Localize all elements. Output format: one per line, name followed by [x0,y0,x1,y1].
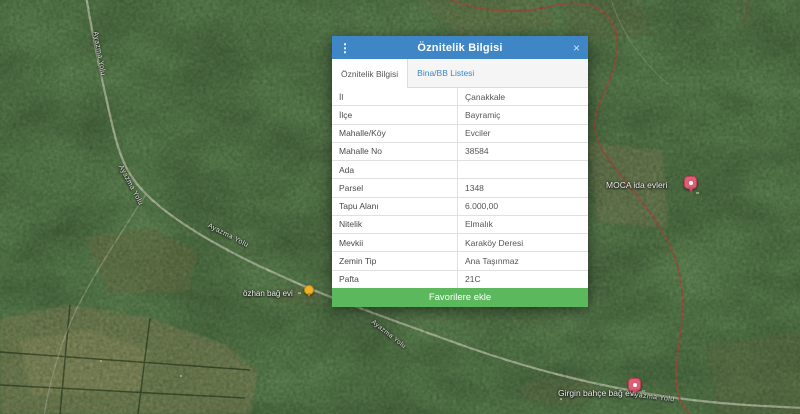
row-value: 38584 [457,143,588,160]
row-value: Ana Taşınmaz [457,252,588,269]
row-value: Evciler [457,125,588,142]
table-row: Ada [332,161,588,179]
dialog-header: ⋮ Öznitelik Bilgisi × [332,36,588,59]
table-row: Nitelik Elmalık [332,216,588,234]
table-row: Mahalle/Köy Evciler [332,125,588,143]
table-row: İlçe Bayramiç [332,106,588,124]
row-value: Çanakkale [457,88,588,105]
add-to-favorites-button[interactable]: Favorilere ekle [332,288,588,307]
row-value: Elmalık [457,216,588,233]
poi-marker-ozhan-icon[interactable] [304,285,314,295]
table-row: Pafta 21C [332,271,588,288]
row-value: Bayramiç [457,106,588,123]
table-row: Zemin Tip Ana Taşınmaz [332,252,588,270]
row-label: Mevkii [332,238,457,248]
table-row: Tapu Alanı 6.000,00 [332,198,588,216]
row-value: 6.000,00 [457,198,588,215]
row-value: 1348 [457,179,588,196]
lodging-marker-girgin-icon[interactable] [628,378,641,391]
dialog-tabs: Öznitelik Bilgisi Bina/BB Listesi [332,59,588,88]
table-row: Mahalle No 38584 [332,143,588,161]
table-row: İl Çanakkale [332,88,588,106]
tab-oznitelik-bilgisi[interactable]: Öznitelik Bilgisi [332,59,408,88]
row-label: Zemin Tip [332,256,457,266]
row-label: Pafta [332,274,457,284]
row-label: Mahalle/Köy [332,128,457,138]
row-label: İlçe [332,110,457,120]
attribute-dialog: ⋮ Öznitelik Bilgisi × Öznitelik Bilgisi … [332,36,588,307]
lodging-marker-moca-icon[interactable] [684,176,697,189]
app-window: Ayazma Yolu Ayazma Yolu Ayazma Yolu Ayaz… [0,0,800,414]
table-row: Mevkii Karaköy Deresi [332,234,588,252]
close-icon[interactable]: × [573,36,580,59]
row-value: 21C [457,271,588,288]
row-label: Nitelik [332,219,457,229]
attribute-table: İl Çanakkale İlçe Bayramiç Mahalle/Köy E… [332,88,588,288]
table-row: Parsel 1348 [332,179,588,197]
kebab-menu-icon[interactable]: ⋮ [339,36,351,59]
row-value: Karaköy Deresi [457,234,588,251]
row-label: Mahalle No [332,146,457,156]
row-value [457,161,588,178]
row-label: Tapu Alanı [332,201,457,211]
row-label: Parsel [332,183,457,193]
tab-bina-bb-listesi[interactable]: Bina/BB Listesi [408,59,483,87]
row-label: Ada [332,165,457,175]
dialog-title: Öznitelik Bilgisi [332,42,588,54]
row-label: İl [332,92,457,102]
